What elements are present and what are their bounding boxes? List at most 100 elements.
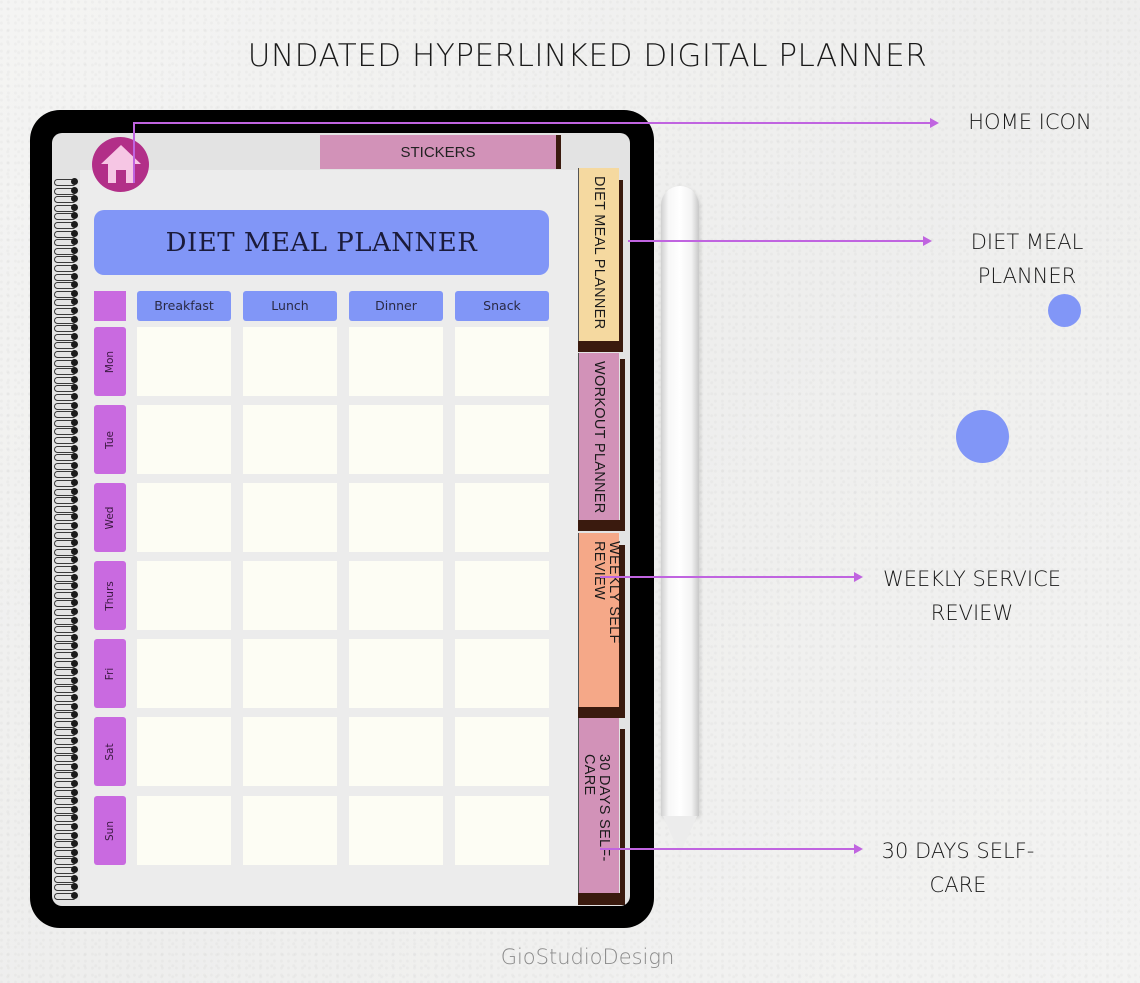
callout-line-weekly <box>600 576 855 578</box>
day-label-text: Tue <box>104 430 116 449</box>
spiral-coil <box>54 651 80 659</box>
meal-cell-fri-dinner[interactable] <box>349 639 443 708</box>
meal-cell-thurs-breakfast[interactable] <box>137 561 231 630</box>
meal-cell-sat-breakfast[interactable] <box>137 717 231 786</box>
side-tab-label: 30 DAYS SELF-CARE <box>581 754 612 862</box>
day-label-text: Thurs <box>104 580 116 611</box>
planner-heading: DIET MEAL PLANNER <box>94 210 549 275</box>
spiral-coil <box>54 238 80 247</box>
side-tab-weekly-self-review[interactable]: WEEKLY SELF REVIEW <box>578 533 622 707</box>
stickers-tab[interactable]: STICKERS <box>320 135 556 169</box>
meal-cell-mon-snack[interactable] <box>455 327 549 396</box>
arrow-icon <box>930 118 939 128</box>
day-label-wed: Wed <box>94 483 126 552</box>
spiral-coil <box>54 848 80 857</box>
side-tab-workout-planner[interactable]: WORKOUT PLANNER <box>578 353 619 520</box>
spiral-coil <box>54 608 80 616</box>
side-tab-diet-meal-planner[interactable]: DIET MEAL PLANNER <box>578 168 619 341</box>
meal-cell-wed-lunch[interactable] <box>243 483 337 552</box>
spiral-coil <box>54 186 80 195</box>
tab-shadow <box>578 893 625 905</box>
spiral-coil <box>54 728 80 737</box>
spiral-coil <box>54 573 80 582</box>
spiral-coil <box>54 780 80 788</box>
callout-home-icon: HOME ICON <box>950 105 1110 139</box>
decorative-dot <box>1048 294 1081 327</box>
spiral-coil <box>54 324 80 333</box>
spiral-coil <box>54 341 80 350</box>
spiral-coil <box>54 255 80 264</box>
spiral-coil <box>54 745 80 754</box>
side-tab-label: DIET MEAL PLANNER <box>591 176 607 330</box>
spiral-coil <box>54 762 80 771</box>
spiral-coil <box>54 350 80 358</box>
meal-cell-sun-snack[interactable] <box>455 796 549 865</box>
spiral-coil <box>54 289 80 298</box>
meal-cell-thurs-lunch[interactable] <box>243 561 337 630</box>
day-label-text: Fri <box>104 667 116 680</box>
callout-weekly-service-review: WEEKLY SERVICE REVIEW <box>872 562 1072 630</box>
spiral-coil <box>54 315 80 324</box>
meal-cell-mon-dinner[interactable] <box>349 327 443 396</box>
meal-cell-thurs-dinner[interactable] <box>349 561 443 630</box>
spiral-coil <box>54 178 80 186</box>
spiral-coil <box>54 418 80 427</box>
meal-cell-fri-breakfast[interactable] <box>137 639 231 708</box>
home-button[interactable] <box>92 137 149 192</box>
day-label-sun: Sun <box>94 796 126 865</box>
meal-cell-sun-breakfast[interactable] <box>137 796 231 865</box>
spiral-coil <box>54 659 80 668</box>
spiral-coil <box>54 737 80 745</box>
side-tab-label: WORKOUT PLANNER <box>591 361 607 514</box>
day-label-text: Wed <box>104 506 116 529</box>
meal-cell-mon-breakfast[interactable] <box>137 327 231 396</box>
meal-cell-sat-lunch[interactable] <box>243 717 337 786</box>
meal-cell-tue-snack[interactable] <box>455 405 549 474</box>
meal-cell-wed-dinner[interactable] <box>349 483 443 552</box>
meal-cell-wed-breakfast[interactable] <box>137 483 231 552</box>
callout-text: REVIEW <box>930 601 1014 625</box>
decorative-dot <box>956 410 1009 463</box>
spiral-coil <box>54 264 80 272</box>
spiral-coil <box>54 633 80 642</box>
day-label-text: Mon <box>104 350 116 373</box>
meal-cell-mon-lunch[interactable] <box>243 327 337 396</box>
spiral-coil <box>54 771 80 780</box>
spiral-coil <box>54 229 80 238</box>
callout-text: DIET MEAL <box>970 230 1084 254</box>
callout-text: WEEKLY SERVICE <box>882 567 1062 591</box>
meal-cell-fri-lunch[interactable] <box>243 639 337 708</box>
spiral-coil <box>54 427 80 436</box>
spiral-coil <box>54 203 80 212</box>
spiral-coil <box>54 840 80 849</box>
spiral-coil <box>54 547 80 556</box>
spiral-coil <box>54 565 80 573</box>
spiral-coil <box>54 711 80 720</box>
meal-cell-sun-lunch[interactable] <box>243 796 337 865</box>
spiral-coil <box>54 195 80 204</box>
spiral-coil <box>54 685 80 694</box>
spiral-coil <box>54 393 80 401</box>
meal-cell-thurs-snack[interactable] <box>455 561 549 630</box>
meal-cell-tue-lunch[interactable] <box>243 405 337 474</box>
spiral-coil <box>54 513 80 522</box>
spiral-coil <box>54 530 80 539</box>
meal-cell-wed-snack[interactable] <box>455 483 549 552</box>
side-tab-30-days-self-care[interactable]: 30 DAYS SELF-CARE <box>578 718 619 893</box>
day-label-tue: Tue <box>94 405 126 474</box>
spiral-coil <box>54 401 80 410</box>
arrow-icon <box>854 844 863 854</box>
meal-cell-sat-dinner[interactable] <box>349 717 443 786</box>
meal-cell-tue-dinner[interactable] <box>349 405 443 474</box>
callout-text: HOME ICON <box>968 110 1092 134</box>
meal-cell-fri-snack[interactable] <box>455 639 549 708</box>
spiral-coil <box>54 556 80 565</box>
meal-cell-sat-snack[interactable] <box>455 717 549 786</box>
spiral-coil <box>54 358 80 367</box>
meal-cell-sun-dinner[interactable] <box>349 796 443 865</box>
spiral-coil <box>54 410 80 419</box>
stickers-tab-shadow <box>556 135 561 169</box>
callout-diet-meal-planner: DIET MEAL PLANNER <box>947 225 1107 293</box>
meal-cell-tue-breakfast[interactable] <box>137 405 231 474</box>
side-tab-label: WEEKLY SELF REVIEW <box>591 541 622 644</box>
